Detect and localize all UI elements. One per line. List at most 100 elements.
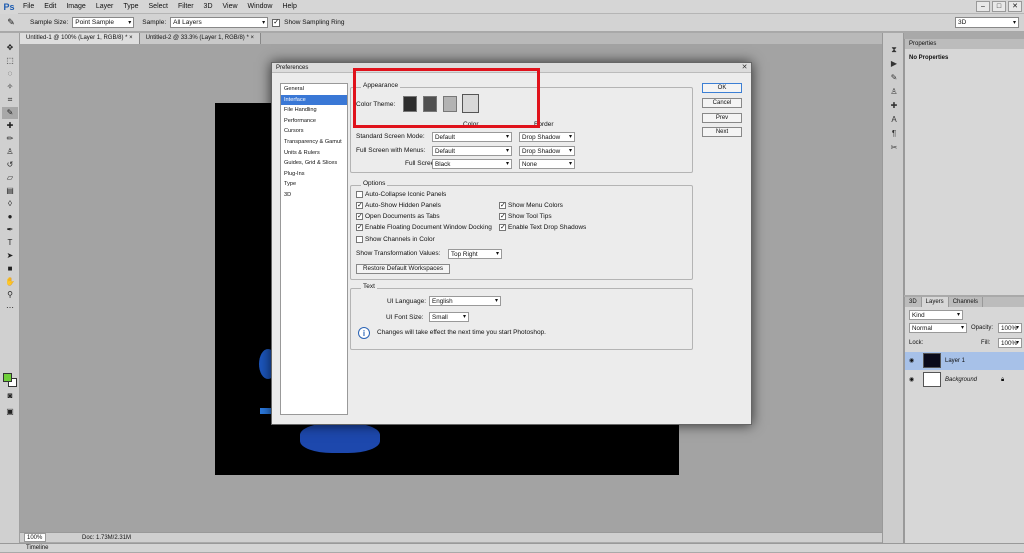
channels-in-color-checkbox[interactable] [356, 236, 363, 243]
category-units-rulers[interactable]: Units & Rulers [281, 148, 347, 159]
clone-source-icon[interactable]: ♙ [887, 86, 901, 97]
extra-tools-icon[interactable]: ⋯ [2, 302, 18, 314]
ui-font-size-select[interactable]: Small [429, 312, 469, 322]
eyedropper-tool-icon[interactable]: ✎ [2, 107, 18, 119]
category-cursors[interactable]: Cursors [281, 126, 347, 137]
hand-tool-icon[interactable]: ✋ [2, 276, 18, 288]
minimize-button[interactable]: – [976, 1, 990, 12]
eyedropper-icon[interactable]: ✎ [4, 17, 18, 28]
character-icon[interactable]: A [887, 114, 901, 125]
tool-tips-option[interactable]: ✓ Show Tool Tips [499, 213, 552, 220]
move-tool-icon[interactable]: ✥ [2, 42, 18, 54]
auto-collapse-checkbox[interactable] [356, 191, 363, 198]
fill-field[interactable]: 100% [998, 338, 1022, 348]
menu-view[interactable]: View [218, 0, 243, 14]
quick-mask-icon[interactable]: ◙ [2, 390, 18, 402]
history-brush-tool-icon[interactable]: ↺ [2, 159, 18, 171]
text-drop-shadows-checkbox[interactable]: ✓ [499, 224, 506, 231]
crop-tool-icon[interactable]: ⌗ [2, 94, 18, 106]
full-screen-border-select[interactable]: None [519, 159, 575, 169]
workspace-select[interactable]: 3D [955, 17, 1019, 28]
marquee-tool-icon[interactable]: ⬚ [2, 55, 18, 67]
brush-presets-icon[interactable]: ✎ [887, 72, 901, 83]
timeline-panel-tab[interactable]: Timeline [0, 543, 1024, 552]
category-file-handling[interactable]: File Handling [281, 105, 347, 116]
layer-row[interactable]: ◉ Layer 1 [905, 352, 1024, 370]
tab-untitled-2[interactable]: Untitled-2 @ 33.3% (Layer 1, RGB/8) * × [139, 33, 261, 44]
properties-tab[interactable]: Properties [905, 39, 1024, 49]
full-screen-menus-color-select[interactable]: Default [432, 146, 512, 156]
history-icon[interactable]: ⧗ [887, 44, 901, 55]
brush-tool-icon[interactable]: ✏ [2, 133, 18, 145]
auto-show-option[interactable]: ✓ Auto-Show Hidden Panels [356, 202, 441, 209]
menu-colors-option[interactable]: ✓ Show Menu Colors [499, 202, 563, 209]
open-as-tabs-option[interactable]: ✓ Open Documents as Tabs [356, 213, 440, 220]
menu-3d[interactable]: 3D [199, 0, 218, 14]
full-screen-color-select[interactable]: Black [432, 159, 512, 169]
clone-stamp-tool-icon[interactable]: ♙ [2, 146, 18, 158]
menu-filter[interactable]: Filter [173, 0, 199, 14]
sample-select[interactable]: All Layers [170, 17, 269, 28]
menu-type[interactable]: Type [118, 0, 143, 14]
zoom-tool-icon[interactable]: ⚲ [2, 289, 18, 301]
tool-tips-checkbox[interactable]: ✓ [499, 213, 506, 220]
menu-layer[interactable]: Layer [91, 0, 119, 14]
menu-edit[interactable]: Edit [39, 0, 61, 14]
menu-window[interactable]: Window [243, 0, 278, 14]
healing-brush-tool-icon[interactable]: ✚ [2, 120, 18, 132]
channels-in-color-option[interactable]: Show Channels in Color [356, 236, 435, 243]
open-as-tabs-checkbox[interactable]: ✓ [356, 213, 363, 220]
tab-channels[interactable]: Channels [949, 297, 984, 307]
show-ring-checkbox[interactable]: ✓ [272, 18, 281, 27]
layer-filter-select[interactable]: Kind [909, 310, 963, 320]
menu-file[interactable]: File [18, 0, 39, 14]
text-drop-shadows-option[interactable]: ✓ Enable Text Drop Shadows [499, 224, 586, 231]
pen-tool-icon[interactable]: ✒ [2, 224, 18, 236]
dialog-close-icon[interactable]: ✕ [740, 64, 749, 72]
type-tool-icon[interactable]: T [2, 237, 18, 249]
auto-collapse-option[interactable]: Auto-Collapse Iconic Panels [356, 191, 446, 198]
zoom-field[interactable]: 100% [24, 533, 46, 542]
opacity-field[interactable]: 100% [998, 323, 1022, 333]
next-button[interactable]: Next [702, 127, 742, 137]
shape-tool-icon[interactable]: ■ [2, 263, 18, 275]
blur-tool-icon[interactable]: ◊ [2, 198, 18, 210]
category-general[interactable]: General [281, 84, 347, 95]
floating-docking-option[interactable]: ✓ Enable Floating Document Window Dockin… [356, 224, 492, 231]
tool-presets-icon[interactable]: ✚ [887, 100, 901, 111]
eye-icon[interactable]: ◉ [909, 352, 914, 370]
restore-workspaces-button[interactable]: Restore Default Workspaces [356, 264, 450, 274]
quick-select-tool-icon[interactable]: ✧ [2, 81, 18, 93]
adjustments-icon[interactable]: ✂ [887, 142, 901, 153]
prev-button[interactable]: Prev [702, 113, 742, 123]
menu-help[interactable]: Help [277, 0, 301, 14]
screen-mode-icon[interactable]: ▣ [2, 406, 18, 418]
foreground-color-swatch[interactable] [3, 373, 12, 382]
sample-size-select[interactable]: Point Sample [72, 17, 135, 28]
maximize-button[interactable]: □ [992, 1, 1006, 12]
standard-screen-color-select[interactable]: Default [432, 132, 512, 142]
menu-image[interactable]: Image [61, 0, 90, 14]
tab-3d[interactable]: 3D [905, 297, 922, 307]
menu-colors-checkbox[interactable]: ✓ [499, 202, 506, 209]
paragraph-icon[interactable]: ¶ [887, 128, 901, 139]
menu-select[interactable]: Select [144, 0, 173, 14]
blend-mode-select[interactable]: Normal [909, 323, 967, 333]
eraser-tool-icon[interactable]: ▱ [2, 172, 18, 184]
path-select-tool-icon[interactable]: ➤ [2, 250, 18, 262]
standard-screen-border-select[interactable]: Drop Shadow [519, 132, 575, 142]
ok-button[interactable]: OK [702, 83, 742, 93]
floating-docking-checkbox[interactable]: ✓ [356, 224, 363, 231]
category-interface[interactable]: Interface [281, 94, 347, 106]
eye-icon[interactable]: ◉ [909, 371, 914, 389]
close-button[interactable]: ✕ [1008, 1, 1022, 12]
full-screen-menus-border-select[interactable]: Drop Shadow [519, 146, 575, 156]
category-transparency-gamut[interactable]: Transparency & Gamut [281, 137, 347, 148]
actions-icon[interactable]: ▶ [887, 58, 901, 69]
layer-row[interactable]: ◉ Background 🔒︎ [905, 371, 1024, 389]
category-type[interactable]: Type [281, 179, 347, 190]
tab-layers[interactable]: Layers [921, 297, 949, 307]
cancel-button[interactable]: Cancel [702, 98, 742, 108]
tab-untitled-1[interactable]: Untitled-1 @ 100% (Layer 1, RGB/8) * × [20, 33, 140, 44]
category-plug-ins[interactable]: Plug-Ins [281, 169, 347, 180]
